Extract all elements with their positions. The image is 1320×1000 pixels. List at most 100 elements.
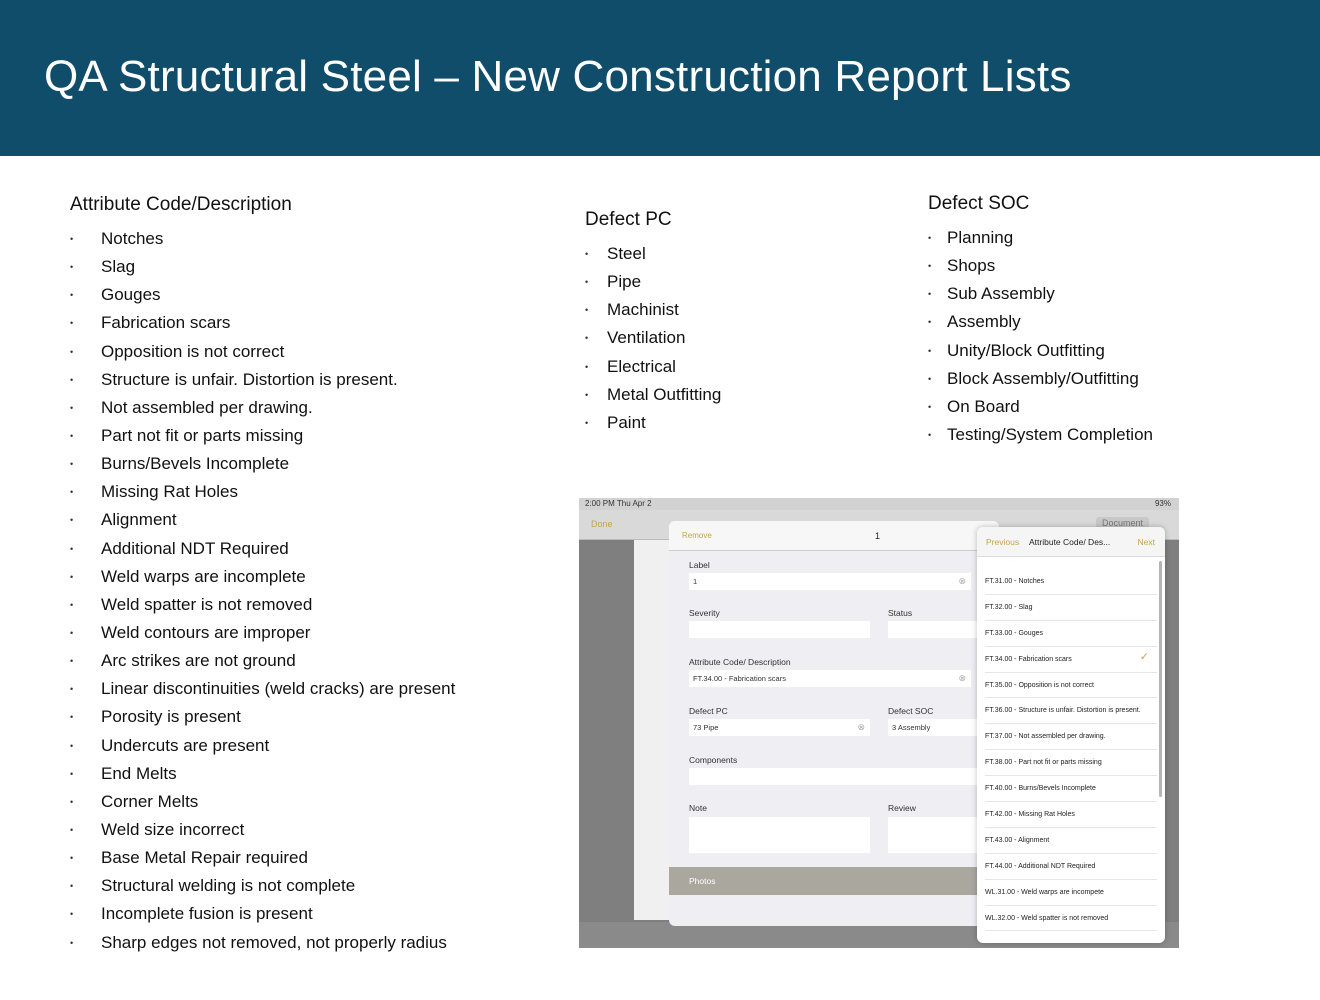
defect-soc-item: • Block Assembly/Outfitting — [928, 365, 1153, 393]
attribute-option-label: FT.42.00 - Missing Rat Holes — [985, 811, 1075, 819]
attribute-code-item-label: Structure is unfair. Distortion is prese… — [101, 369, 398, 389]
photos-section[interactable]: Photos — [669, 867, 999, 895]
attribute-option[interactable]: FT.32.00 - Slag — [985, 595, 1157, 621]
attribute-code-item-label: Part not fit or parts missing — [101, 425, 304, 445]
note-field[interactable] — [689, 817, 870, 853]
attribute-code-item: • Porosity is present — [70, 703, 455, 731]
bullet-icon: • — [70, 937, 74, 948]
attribute-option[interactable]: WL.32.00 - Weld spatter is not removed — [985, 906, 1157, 932]
attribute-option[interactable]: FT.36.00 - Structure is unfair. Distorti… — [985, 698, 1157, 725]
components-field[interactable] — [689, 768, 979, 785]
defect-soc-item-label: Testing/System Completion — [947, 424, 1153, 444]
previous-button[interactable]: Previous — [986, 527, 1019, 557]
bullet-icon: • — [70, 374, 74, 385]
bullet-icon: • — [928, 289, 932, 300]
form-header: Remove 1 — [669, 521, 999, 551]
attribute-code-item: • Structure is unfair. Distortion is pres… — [70, 366, 455, 394]
attribute-option[interactable]: FT.38.00 - Part not fit or parts missing — [985, 750, 1157, 777]
attribute-code-item: • Undercuts are present — [70, 732, 455, 760]
done-button[interactable]: Done — [591, 519, 613, 529]
attribute-code-item: • End Melts — [70, 760, 455, 788]
attribute-code-item: • Fabrication scars — [70, 309, 455, 337]
bullet-icon: • — [70, 459, 74, 470]
attribute-option[interactable]: FT.34.00 - Fabrication scars ✓ — [985, 647, 1157, 673]
attribute-option-label: FT.31.00 - Notches — [985, 578, 1045, 585]
defect-soc-item-label: On Board — [947, 396, 1020, 416]
attribute-code-column: Attribute Code/Description • Notches • Slag… — [70, 194, 455, 957]
bullet-icon: • — [585, 361, 589, 372]
review-field[interactable] — [888, 817, 978, 853]
attribute-option-label: FT.33.00 - Gouges — [985, 629, 1043, 637]
attribute-option-label: FT.32.00 - Slag — [985, 603, 1033, 611]
bullet-icon: • — [70, 796, 74, 807]
attribute-option-label: FT.43.00 - Alignment — [985, 836, 1050, 844]
defect-form: Remove 1 Label 1 ⊗ Severity Status Attri… — [669, 521, 999, 926]
title-banner: QA Structural Steel – New Construction R… — [0, 0, 1320, 156]
attribute-option[interactable]: FT.44.00 - Additional NDT Required — [985, 854, 1157, 880]
attribute-code-item-label: Weld size incorrect — [101, 819, 245, 839]
attribute-option[interactable]: FT.35.00 - Opposition is not correct — [985, 673, 1157, 699]
attribute-code-item-label: Corner Melts — [101, 791, 199, 811]
bullet-icon: • — [70, 599, 74, 610]
bullet-icon: • — [70, 740, 74, 751]
attribute-code-item: • Corner Melts — [70, 788, 455, 816]
review-field-label: Review — [888, 803, 916, 813]
attribute-option[interactable]: FT.37.00 - Not assembled per drawing. — [985, 724, 1157, 751]
severity-field-label: Severity — [689, 608, 720, 618]
defect-soc-item: • Sub Assembly — [928, 280, 1153, 308]
attribute-option[interactable]: FT.33.00 - Gouges — [985, 621, 1157, 647]
attribute-code-item-label: Alignment — [101, 510, 177, 530]
clear-icon[interactable]: ⊗ — [958, 670, 966, 687]
attribute-code-item-label: Undercuts are present — [101, 735, 270, 755]
bullet-icon: • — [928, 373, 932, 384]
bullet-icon: • — [70, 543, 74, 554]
attribute-option[interactable]: FT.43.00 - Alignment — [985, 828, 1157, 854]
defect-soc-field[interactable]: 3 Assembly — [888, 719, 978, 736]
bullet-icon: • — [70, 262, 74, 273]
defect-soc-heading: Defect SOC — [928, 193, 1030, 214]
status-field[interactable] — [888, 621, 978, 638]
clear-icon[interactable]: ⊗ — [857, 719, 865, 736]
severity-field[interactable] — [689, 621, 870, 638]
defect-pc-item-label: Ventilation — [607, 328, 686, 348]
attribute-option[interactable]: FT.31.00 - Notches — [985, 569, 1157, 595]
attribute-code-item: • Not assembled per drawing. — [70, 394, 455, 422]
defect-soc-item: • Assembly — [928, 308, 1153, 336]
attribute-field[interactable]: FT.34.00 - Fabrication scars ⊗ — [689, 670, 971, 687]
bullet-icon: • — [70, 656, 74, 667]
attribute-code-item-label: Fabrication scars — [101, 313, 231, 333]
attribute-option-label: FT.35.00 - Opposition is not correct — [985, 681, 1094, 689]
label-field[interactable]: 1 ⊗ — [689, 573, 971, 590]
attribute-code-item-label: Slag — [101, 257, 136, 277]
attribute-code-item: • Arc strikes are not ground — [70, 647, 455, 675]
defect-soc-field-value: 3 Assembly — [892, 723, 931, 732]
defect-pc-list: • Steel • Pipe • Machinist • Ventilation • Electr… — [585, 240, 721, 437]
attribute-code-item-label: Notches — [101, 229, 164, 248]
attribute-option[interactable]: FT.42.00 - Missing Rat Holes — [985, 802, 1157, 828]
attribute-option[interactable]: WL.31.00 - Weld warps are incompete — [985, 880, 1157, 906]
clear-icon[interactable]: ⊗ — [958, 573, 966, 590]
attribute-option[interactable]: FT.40.00 - Burns/Bevels Incomplete — [985, 776, 1157, 803]
attribute-code-item-label: Burns/Bevels Incomplete — [101, 454, 290, 474]
bullet-icon: • — [928, 261, 932, 272]
defect-pc-item: • Metal Outfitting — [585, 381, 721, 409]
defect-soc-item-label: Planning — [947, 228, 1014, 247]
defect-soc-item: • Shops — [928, 252, 1153, 280]
attribute-code-item: • Alignment — [70, 506, 455, 534]
attribute-code-item-label: Not assembled per drawing. — [101, 397, 313, 417]
defect-soc-item-label: Sub Assembly — [947, 284, 1055, 304]
attribute-code-item: • Weld warps are incomplete — [70, 563, 455, 591]
next-button[interactable]: Next — [1138, 527, 1155, 557]
attribute-option-label: FT.44.00 - Additional NDT Required — [985, 862, 1096, 870]
defect-pc-field[interactable]: 73 Pipe ⊗ — [689, 719, 870, 736]
bullet-icon: • — [928, 317, 932, 328]
bullet-icon: • — [70, 318, 74, 329]
bullet-icon: • — [70, 712, 74, 723]
remove-button[interactable]: Remove — [682, 531, 712, 540]
attribute-code-item-label: Missing Rat Holes — [101, 482, 238, 502]
bullet-icon: • — [70, 515, 74, 526]
attribute-code-item: • Weld contours are improper — [70, 619, 455, 647]
popover-scrollbar[interactable] — [1159, 561, 1162, 797]
attribute-code-item-label: Weld spatter is not removed — [101, 594, 313, 614]
attribute-code-item-label: Incomplete fusion is present — [101, 904, 313, 924]
